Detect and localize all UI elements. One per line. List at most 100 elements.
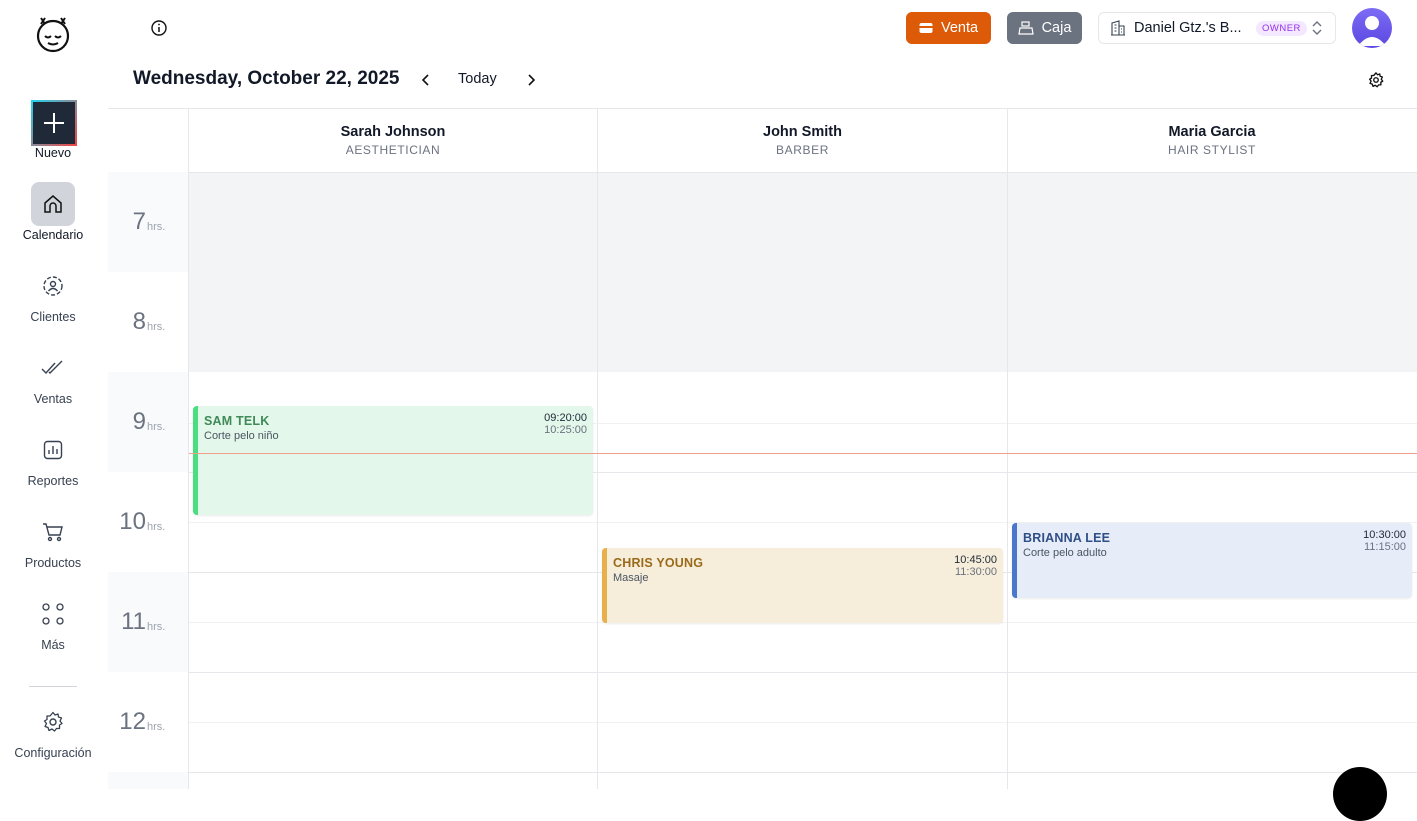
sidebar-item-configuracion[interactable]: Configuración <box>0 700 106 764</box>
appointment-card[interactable]: BRIANNA LEE Corte pelo adulto 10:30:00 1… <box>1012 523 1412 598</box>
sidebar-item-nuevo[interactable]: Nuevo <box>0 100 106 164</box>
hour-label: 12 hrs. <box>108 672 188 772</box>
staff-role: AESTHETICIAN <box>345 143 441 157</box>
sidebar-item-mas[interactable]: Más <box>0 592 106 656</box>
hour-number: 9 <box>132 408 146 435</box>
hour-suffix: hrs. <box>147 321 166 333</box>
appointment-client: CHRIS YOUNG <box>613 556 704 570</box>
venta-button[interactable]: Venta <box>906 12 991 44</box>
appointment-start-time: 09:20:00 <box>544 412 587 424</box>
staff-column-header: Sarah Johnson AESTHETICIAN <box>189 109 597 172</box>
sidebar-item-label: Clientes <box>30 310 76 324</box>
appointment-start-time: 10:45:00 <box>954 554 997 566</box>
sidebar: Nuevo Calendario Clientes Ventas Reporte… <box>0 0 108 789</box>
hour-number: 11 <box>121 608 146 635</box>
hour-label <box>108 772 188 789</box>
appointment-end-time: 10:25:00 <box>544 424 587 436</box>
home-icon <box>31 182 75 226</box>
staff-column-header: Maria Garcia HAIR STYLIST <box>1008 109 1416 172</box>
appointment-service: Corte pelo adulto <box>1023 547 1107 559</box>
hour-suffix: hrs. <box>147 621 166 633</box>
sidebar-item-label: Reportes <box>27 474 79 488</box>
sidebar-item-clientes[interactable]: Clientes <box>0 264 106 328</box>
hour-number: 10 <box>119 508 146 535</box>
cart-icon <box>31 510 75 554</box>
today-button[interactable]: Today <box>458 71 497 87</box>
credit-card-icon <box>919 23 933 33</box>
sidebar-item-ventas[interactable]: Ventas <box>0 346 106 410</box>
sidebar-item-productos[interactable]: Productos <box>0 510 106 574</box>
appointment-color-bar <box>193 406 198 515</box>
appointment-client: BRIANNA LEE <box>1023 531 1111 545</box>
business-name: Daniel Gtz.'s B... <box>1134 20 1242 36</box>
appointment-color-bar <box>1012 523 1017 598</box>
info-icon[interactable] <box>150 19 168 37</box>
staff-name: Maria Garcia <box>1168 124 1256 140</box>
caja-label: Caja <box>1041 20 1072 36</box>
appointment-card[interactable]: CHRIS YOUNG Masaje 10:45:00 11:30:00 <box>602 548 1003 623</box>
role-badge: OWNER <box>1256 21 1307 36</box>
sidebar-item-reportes[interactable]: Reportes <box>0 428 106 492</box>
grid-dots-icon <box>31 592 75 636</box>
appointment-start-time: 10:30:00 <box>1363 529 1406 541</box>
clients-gear-icon <box>31 264 75 308</box>
half-hour-line <box>189 722 1417 723</box>
hour-label: 11 hrs. <box>108 572 188 672</box>
bar-chart-icon <box>31 428 75 472</box>
sidebar-item-label: Nuevo <box>34 146 72 160</box>
hours-column: 7 hrs. 8 hrs. 9 hrs. 10 hrs. 11 hrs. 12 hrs. <box>108 172 188 789</box>
hour-label: 8 hrs. <box>108 272 188 372</box>
hour-number: 8 <box>132 308 146 335</box>
staff-role: BARBER <box>776 143 829 157</box>
column-divider <box>188 109 189 789</box>
floating-action-button[interactable] <box>1333 767 1387 821</box>
settings-gear-icon[interactable] <box>1367 71 1385 89</box>
appointment-client: SAM TELK <box>204 414 270 428</box>
avatar[interactable] <box>1352 8 1392 48</box>
logo-icon <box>36 17 70 53</box>
staff-name: Sarah Johnson <box>340 124 446 140</box>
hour-line <box>189 672 1417 673</box>
appointment-end-time: 11:15:00 <box>1363 541 1406 553</box>
appointment-service: Corte pelo niño <box>204 430 279 442</box>
sidebar-item-label: Productos <box>24 556 82 570</box>
user-icon <box>1358 16 1386 46</box>
caja-button[interactable]: Caja <box>1007 12 1082 44</box>
hour-suffix: hrs. <box>147 421 166 433</box>
sidebar-divider <box>29 686 77 687</box>
hour-number: 7 <box>132 208 146 235</box>
venta-label: Venta <box>940 20 979 36</box>
hour-label: 9 hrs. <box>108 372 188 472</box>
closed-hours-block <box>189 172 1417 372</box>
hour-suffix: hrs. <box>147 521 166 533</box>
hour-label: 10 hrs. <box>108 472 188 572</box>
appointment-color-bar <box>602 548 607 623</box>
current-time-line <box>189 453 1417 454</box>
double-check-icon <box>31 346 75 390</box>
header-divider <box>108 172 1417 173</box>
hour-line <box>189 772 1417 773</box>
sidebar-item-label: Ventas <box>33 392 73 406</box>
chevron-right-icon[interactable] <box>524 73 538 87</box>
page-title: Wednesday, October 22, 2025 <box>133 68 400 89</box>
staff-column-header: John Smith BARBER <box>598 109 1007 172</box>
sidebar-item-label: Calendario <box>22 228 84 242</box>
staff-role: HAIR STYLIST <box>1168 143 1256 157</box>
column-divider <box>1007 109 1008 789</box>
chevron-updown-icon <box>1312 21 1322 35</box>
hour-label: 7 hrs. <box>108 172 188 272</box>
sidebar-item-label: Configuración <box>14 746 92 760</box>
sidebar-item-calendario[interactable]: Calendario <box>0 182 106 246</box>
business-selector[interactable]: Daniel Gtz.'s B... OWNER <box>1098 12 1336 44</box>
cash-register-icon <box>1017 21 1034 35</box>
hour-suffix: hrs. <box>147 221 166 233</box>
plus-icon <box>31 100 77 146</box>
appointment-end-time: 11:30:00 <box>954 566 997 578</box>
column-divider <box>597 109 598 789</box>
chevron-left-icon[interactable] <box>419 73 433 87</box>
building-icon <box>1111 20 1125 36</box>
hour-number: 12 <box>119 708 146 735</box>
appointment-card[interactable]: SAM TELK Corte pelo niño 09:20:00 10:25:… <box>193 406 593 515</box>
sidebar-item-label: Más <box>41 638 65 652</box>
appointment-service: Masaje <box>613 572 649 584</box>
